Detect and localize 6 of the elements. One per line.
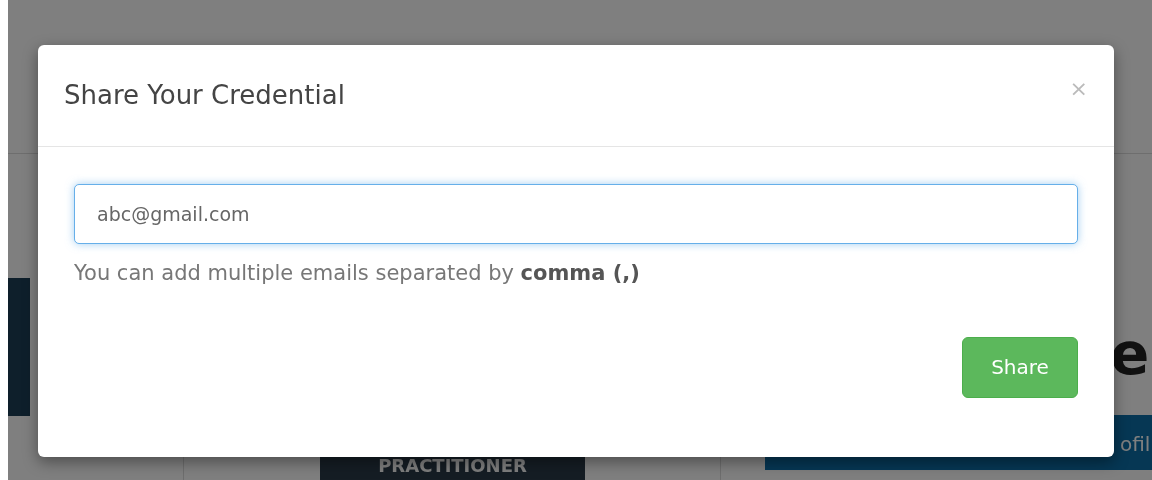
email-input-field[interactable]: abc@gmail.com	[74, 184, 1078, 244]
dialog-title: Share Your Credential	[64, 79, 345, 112]
help-text: You can add multiple emails separated by comma (,)	[74, 260, 641, 287]
share-button[interactable]: Share	[962, 336, 1078, 398]
close-button[interactable]: ×	[1069, 78, 1088, 100]
page-heading: e	[1110, 325, 1150, 383]
